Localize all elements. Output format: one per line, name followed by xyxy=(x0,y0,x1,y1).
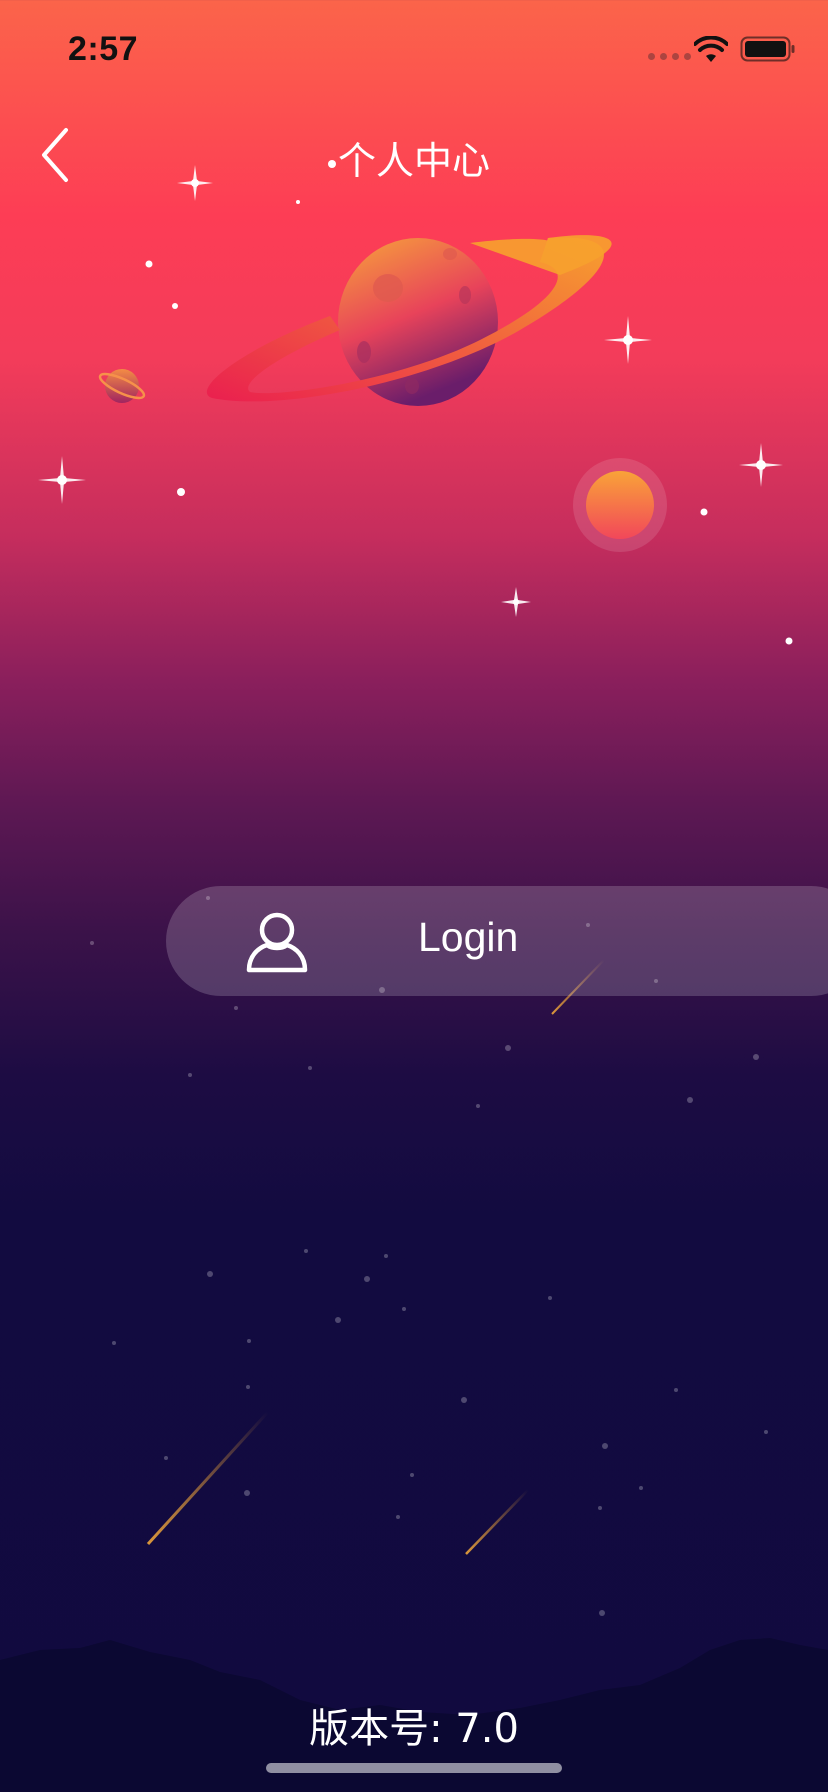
small-planet xyxy=(98,369,146,403)
home-indicator[interactable] xyxy=(266,1763,562,1773)
status-bar: 2:57 xyxy=(0,0,828,100)
login-label: Login xyxy=(418,914,519,960)
status-time: 2:57 xyxy=(68,30,139,68)
particles xyxy=(90,896,768,1616)
login-button[interactable]: Login xyxy=(166,886,828,996)
page-title: 个人中心 xyxy=(337,139,490,183)
wifi-icon xyxy=(694,36,728,62)
battery-icon xyxy=(740,36,795,62)
ringed-planet xyxy=(206,235,612,406)
meteors xyxy=(146,959,605,1555)
user-icon xyxy=(246,912,308,973)
cellular-signal-icon xyxy=(648,53,691,60)
sun xyxy=(573,458,667,552)
version-label: 版本号: 7.0 xyxy=(309,1706,519,1752)
navigation-bar: 个人中心 xyxy=(0,100,828,210)
